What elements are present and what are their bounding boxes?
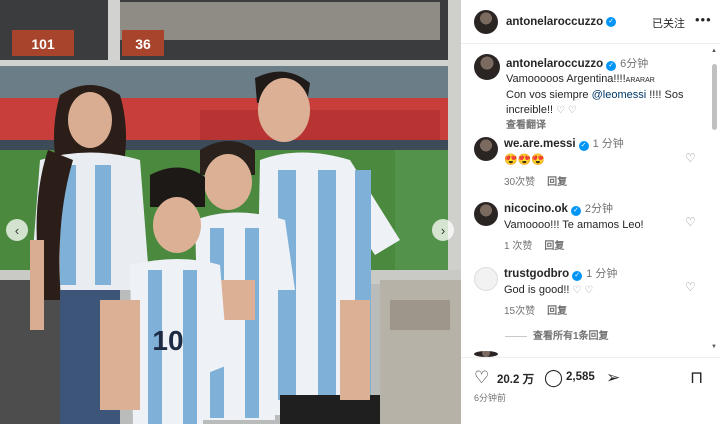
verified-badge-icon: ✓ <box>578 141 589 151</box>
comments-scroll-area[interactable]: antonelaroccuzzo ✓ 6分钟 Vamooooos Argentina… <box>461 45 720 357</box>
commenter-avatar[interactable] <box>474 202 498 226</box>
comment-text: Vamoooo!!! Te amamos Leo! <box>504 219 644 231</box>
jersey-number: 10 <box>152 325 183 356</box>
verified-badge-icon: ✓ <box>606 16 617 27</box>
comment-meta: 15次赞 回复 <box>504 302 579 317</box>
previous-photo-button[interactable]: ‹ <box>6 219 28 241</box>
heart-icon[interactable]: ♡ <box>685 280 696 294</box>
section-sign-left: 101 <box>31 36 55 52</box>
likes-count[interactable]: 20.2 万 <box>497 371 534 387</box>
caption-line-3: increible!! <box>506 103 557 116</box>
section-sign-right: 36 <box>135 36 151 52</box>
heart-emoji-icon: ♡ ♡ <box>556 104 577 116</box>
share-icon[interactable]: ➢ <box>606 368 620 388</box>
posted-time: 6分钟前 <box>474 393 507 403</box>
comment-text: 😍😍😍 <box>504 154 546 166</box>
caption-line-2-pre: Con vos siempre <box>506 89 592 101</box>
comment-meta: 30次赞 回复 <box>504 173 579 188</box>
verified-badge-icon: ✓ <box>572 271 583 281</box>
commenter-username[interactable]: nicocino.ok <box>504 203 568 215</box>
scrollbar-thumb[interactable] <box>712 64 717 130</box>
caption-avatar[interactable] <box>474 54 500 80</box>
comments-count[interactable]: 2,585 <box>566 371 595 383</box>
follow-status-button[interactable]: 已关注 <box>652 15 685 31</box>
verified-badge-icon: ✓ <box>606 61 617 71</box>
verified-badge-icon: ✓ <box>570 206 581 216</box>
comment-likes[interactable]: 1 次赞 <box>504 241 532 252</box>
mention-link[interactable]: @leomessi <box>592 89 647 101</box>
caption-line-2-post: !!!! Sos <box>646 89 684 101</box>
post-actions-bar: ♡ 20.2 万 ◯ 2,585 ➢ ⊓ 6分钟前 <box>461 357 720 424</box>
caption-time: 6分钟 <box>620 58 649 70</box>
reply-button[interactable]: 回复 <box>547 177 567 188</box>
comment-meta: 1 次赞 回复 <box>504 237 576 252</box>
post-header: antonelaroccuzzo ✓ 已关注 ••• <box>461 0 720 44</box>
next-photo-button[interactable]: › <box>432 219 454 241</box>
post-side-panel: antonelaroccuzzo ✓ 已关注 ••• antonelaroccu… <box>461 0 720 424</box>
scroll-up-arrow-icon[interactable]: ▲ <box>711 48 717 54</box>
commenter-avatar[interactable] <box>474 137 498 161</box>
see-translation-link[interactable]: 查看翻译 <box>506 119 706 134</box>
more-horizontal-icon[interactable]: ••• <box>695 12 712 27</box>
chevron-right-icon: › <box>440 222 446 238</box>
heart-icon[interactable]: ♡ <box>685 215 696 229</box>
commenter-username[interactable]: trustgodbro <box>504 268 569 280</box>
caption-line-1: Vamooooos Argentina!!!! <box>506 72 626 85</box>
comment-time: 1 分钟 <box>592 138 624 150</box>
commenter-username[interactable]: we.are.messi <box>504 138 576 150</box>
heart-icon[interactable]: ♡ <box>685 151 696 165</box>
bookmark-icon[interactable]: ⊓ <box>690 368 703 388</box>
chevron-left-icon: ‹ <box>14 222 20 238</box>
heart-icon[interactable]: ♡ <box>474 368 489 388</box>
caption-tag: ARARAR <box>625 76 655 84</box>
heart-emoji-icon: ♡ ♡ <box>572 285 594 296</box>
caption-username[interactable]: antonelaroccuzzo <box>506 58 603 70</box>
author-avatar[interactable] <box>474 9 498 34</box>
post-photo: 101 36 10 ‹ › <box>0 0 461 424</box>
author-username[interactable]: antonelaroccuzzo <box>506 16 603 28</box>
scroll-down-arrow-icon[interactable]: ▼ <box>711 344 717 350</box>
comment-text: God is good!! ♡ ♡ <box>504 283 674 298</box>
commenter-avatar[interactable] <box>474 267 498 291</box>
post-image: 101 36 10 <box>0 0 461 424</box>
comment-likes[interactable]: 15次赞 <box>504 306 535 317</box>
view-replies-link[interactable]: 查看所有1条回复 <box>505 327 609 342</box>
reply-button[interactable]: 回复 <box>544 241 564 252</box>
comment-likes[interactable]: 30次赞 <box>504 177 535 188</box>
comment-time: 1 分钟 <box>586 268 618 280</box>
comment-icon[interactable]: ◯ <box>544 368 563 388</box>
comment-text-body: God is good!! <box>504 284 570 296</box>
comment-time: 2分钟 <box>584 203 614 215</box>
reply-button[interactable]: 回复 <box>547 306 567 317</box>
